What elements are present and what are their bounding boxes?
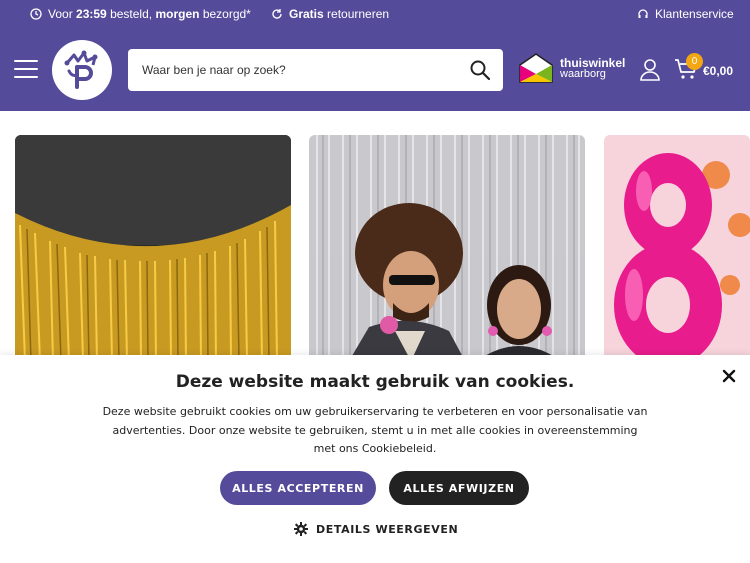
reject-all-button[interactable]: ALLES AFWIJZEN — [389, 471, 529, 505]
pink-balloon-image — [604, 135, 750, 361]
thuiswinkel-badge[interactable]: thuiswinkel waarborg — [518, 52, 625, 84]
customer-service-link[interactable]: Klantenservice — [637, 7, 734, 21]
cookie-body: Deze website gebruikt cookies om uw gebr… — [102, 405, 648, 455]
usp-text: besteld, — [110, 7, 153, 21]
product-carousel — [0, 111, 750, 471]
usp-text: retourneren — [327, 7, 390, 21]
product-card-disco-couple[interactable] — [309, 135, 585, 361]
usp-returns: Gratis retourneren — [271, 7, 389, 21]
customer-service-label: Klantenservice — [655, 7, 734, 21]
usp-text: Voor — [48, 7, 73, 21]
usp-bar: Voor 23:59 besteld, morgen bezorgd* Grat… — [0, 0, 750, 28]
show-details-button[interactable]: DETAILS WEERGEVEN — [294, 522, 458, 536]
trustmark-house-icon — [519, 53, 553, 83]
product-card-gold-fringe[interactable] — [15, 135, 291, 361]
disco-couple-image — [309, 135, 585, 361]
search-bar — [128, 49, 503, 91]
headset-icon — [638, 9, 648, 18]
jester-logo-icon — [64, 50, 98, 89]
cookie-title: Deze website maakt gebruik van cookies. — [175, 372, 575, 392]
search-input[interactable] — [128, 49, 458, 91]
usp-text: bezorgd* — [202, 7, 251, 21]
clock-icon — [30, 8, 42, 20]
usp-bold: 23:59 — [76, 7, 107, 21]
cart-count-badge: 0 — [686, 53, 703, 70]
cookie-banner: Deze website maakt gebruik van cookies. … — [0, 355, 750, 563]
close-icon[interactable] — [720, 367, 738, 385]
site-logo[interactable] — [52, 40, 112, 100]
accept-all-button[interactable]: ALLES ACCEPTEREN — [220, 471, 376, 505]
site-header: thuiswinkel waarborg 0 €0,00 — [0, 28, 750, 111]
menu-icon[interactable] — [14, 60, 38, 78]
product-card-pink-balloon[interactable] — [604, 135, 750, 361]
usp-delivery: Voor 23:59 besteld, morgen bezorgd* — [30, 7, 251, 21]
cart-total[interactable]: €0,00 — [703, 64, 733, 78]
show-details-label: DETAILS WEERGEVEN — [316, 522, 459, 536]
user-icon[interactable] — [640, 59, 660, 81]
trustmark-line1: thuiswinkel — [560, 55, 626, 70]
usp-bold: morgen — [155, 7, 200, 21]
refresh-icon — [272, 9, 282, 19]
search-icon[interactable] — [469, 59, 491, 81]
gear-icon — [294, 522, 308, 536]
gold-fringe-image — [15, 135, 291, 361]
trustmark-line2: waarborg — [560, 67, 606, 80]
usp-bold: Gratis — [289, 7, 324, 21]
